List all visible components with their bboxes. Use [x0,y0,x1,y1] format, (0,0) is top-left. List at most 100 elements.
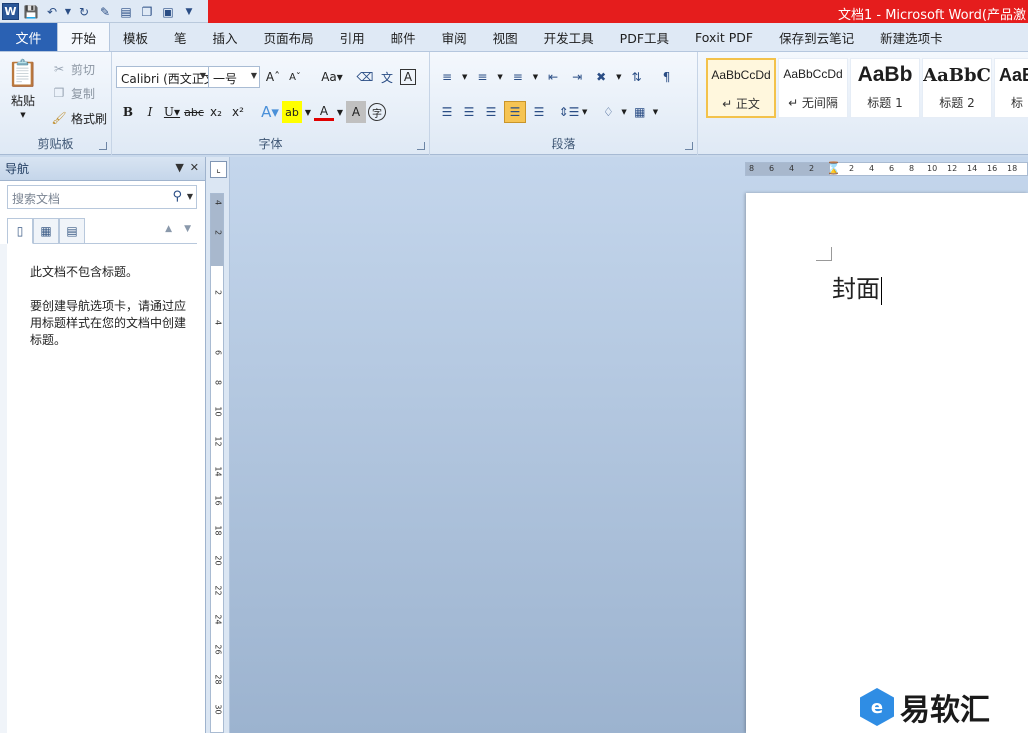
style-heading-2[interactable]: AaBbC 标题 2 [922,58,992,118]
shading-dropdown-icon[interactable]: ▼ [621,108,626,116]
nav-search-input[interactable]: 搜索文档 ⚲ ▼ [7,185,197,209]
tab-view[interactable]: 视图 [480,23,531,51]
font-name-combo[interactable]: Calibri (西文正文) ▼ [116,66,209,88]
vruler-tick: 2 [213,289,223,296]
tab-templates[interactable]: 模板 [110,23,161,51]
font-launcher-icon[interactable] [417,142,425,150]
previous-heading-icon[interactable]: ▲ [165,224,172,234]
phonetic-guide-icon[interactable]: 文 [378,68,396,86]
align-right-icon[interactable]: ☰ [482,103,500,121]
tab-pdf-tools[interactable]: PDF工具 [607,23,682,51]
numbering-dropdown-icon[interactable]: ▼ [497,73,502,81]
close-icon[interactable]: ✕ [190,161,199,174]
highlight-icon[interactable]: ab [282,101,302,123]
font-size-combo[interactable]: 一号 ▼ [208,66,260,88]
document-area[interactable]: 8 6 4 2 ⌛ 2 4 6 8 10 12 14 16 18 封面 e 易软… [230,157,1028,733]
numbering-icon[interactable]: ≡ [473,68,491,86]
multilevel-list-icon[interactable]: ≡ [509,68,527,86]
clear-format-icon[interactable]: ⌫ [356,68,374,86]
bold-icon[interactable]: B [118,101,138,123]
tab-mailings[interactable]: 邮件 [378,23,429,51]
nav-options-icon[interactable]: ▼ [175,161,183,174]
font-color-icon[interactable]: A [314,103,334,121]
font-color-dropdown-icon[interactable]: ▼ [336,101,344,123]
superscript-icon[interactable]: x² [228,101,248,123]
strikethrough-icon[interactable]: abc [184,101,204,123]
tab-save-cloud[interactable]: 保存到云笔记 [766,23,867,51]
style-heading-1[interactable]: AaBb 标题 1 [850,58,920,118]
cut-button[interactable]: ✂ 剪切 [50,60,95,78]
indent-marker-icon[interactable]: ⌛ [826,161,841,175]
char-shading-icon[interactable]: A [346,101,366,123]
chinese-layout-icon[interactable]: ✖ [592,68,610,86]
copy-doc-icon[interactable]: ❐ [138,3,156,21]
tab-pages-view[interactable]: ▦ [33,218,59,244]
text-effects-icon[interactable]: A▾ [260,101,280,123]
borders-dropdown-icon[interactable]: ▼ [653,108,658,116]
grow-font-icon[interactable]: Aˆ [264,68,282,86]
increase-indent-icon[interactable]: ⇥ [568,68,586,86]
multilevel-dropdown-icon[interactable]: ▼ [533,73,538,81]
tab-foxit-pdf[interactable]: Foxit PDF [682,23,766,51]
shading-icon[interactable]: ♢ [599,103,617,121]
line-spacing-icon[interactable]: ⇕☰ [559,103,580,121]
document-page[interactable]: 封面 [746,193,1028,733]
format-painter-button[interactable]: 🖌 格式刷 [50,109,107,127]
tab-page-layout[interactable]: 页面布局 [251,23,327,51]
search-dropdown-icon[interactable]: ▼ [187,192,193,201]
search-icon[interactable]: ⚲ [172,189,182,204]
undo-dropdown-icon[interactable]: ▼ [64,3,72,21]
enclose-char-icon[interactable]: 字 [368,103,386,121]
tab-references[interactable]: 引用 [327,23,378,51]
style-normal[interactable]: AaBbCcDd ↵ 正文 [706,58,776,118]
copy-button[interactable]: ❐ 复制 [50,84,95,102]
document-body-text[interactable]: 封面 [832,269,882,305]
word-logo-icon[interactable]: W [2,3,19,20]
italic-icon[interactable]: I [140,101,160,123]
change-case-icon[interactable]: Aa▾ [318,68,346,86]
justify-icon[interactable]: ☰ [504,101,526,123]
borders-icon[interactable]: ▦ [631,103,649,121]
style-title[interactable]: AaB 标 [994,58,1028,118]
customize-qat-icon[interactable]: ▼ [180,3,198,21]
highlight-dropdown-icon[interactable]: ▼ [304,101,312,123]
tab-review[interactable]: 审阅 [429,23,480,51]
print-preview-icon[interactable]: ▤ [117,3,135,21]
vertical-ruler[interactable]: 4 2 2 4 6 8 10 12 14 16 18 20 22 24 26 2… [210,193,224,733]
horizontal-ruler[interactable]: 8 6 4 2 ⌛ 2 4 6 8 10 12 14 16 18 [745,161,1028,176]
subscript-icon[interactable]: x₂ [206,101,226,123]
char-border-icon[interactable]: A [400,69,416,85]
decrease-indent-icon[interactable]: ⇤ [544,68,562,86]
shrink-font-icon[interactable]: Aˇ [286,68,304,86]
chinese-layout-dropdown-icon[interactable]: ▼ [616,73,621,81]
style-no-spacing[interactable]: AaBbCcDd ↵ 无间隔 [778,58,848,118]
tab-insert[interactable]: 插入 [200,23,251,51]
bullets-icon[interactable]: ≡ [438,68,456,86]
tab-home[interactable]: 开始 [57,22,111,51]
edit-icon[interactable]: ✎ [96,3,114,21]
tab-results-view[interactable]: ▤ [59,218,85,244]
align-center-icon[interactable]: ☰ [460,103,478,121]
undo-icon[interactable]: ↶ [43,3,61,21]
show-marks-icon[interactable]: ¶ [658,68,676,86]
tab-new-tab[interactable]: 新建选项卡 [867,23,956,51]
save-icon[interactable]: 💾 [22,3,40,21]
sort-icon[interactable]: ⇅ [628,68,646,86]
redo-icon[interactable]: ↻ [75,3,93,21]
paragraph-launcher-icon[interactable] [685,142,693,150]
style-title-sample: AaB [999,65,1028,85]
tab-file[interactable]: 文件 [0,23,57,51]
line-spacing-dropdown-icon[interactable]: ▼ [582,108,587,116]
next-heading-icon[interactable]: ▼ [184,224,191,234]
reading-icon[interactable]: ▣ [159,3,177,21]
tab-developer[interactable]: 开发工具 [531,23,607,51]
distributed-icon[interactable]: ☰ [530,103,548,121]
clipboard-launcher-icon[interactable] [99,142,107,150]
align-left-icon[interactable]: ☰ [438,103,456,121]
paste-button[interactable]: 📋 粘贴 ▼ [7,58,39,119]
bullets-dropdown-icon[interactable]: ▼ [462,73,467,81]
tab-selector-icon[interactable]: ⌞ [210,161,227,178]
tab-headings-view[interactable]: ▯ [7,218,33,244]
underline-icon[interactable]: U▾ [162,101,182,123]
tab-pen[interactable]: 笔 [161,23,200,51]
